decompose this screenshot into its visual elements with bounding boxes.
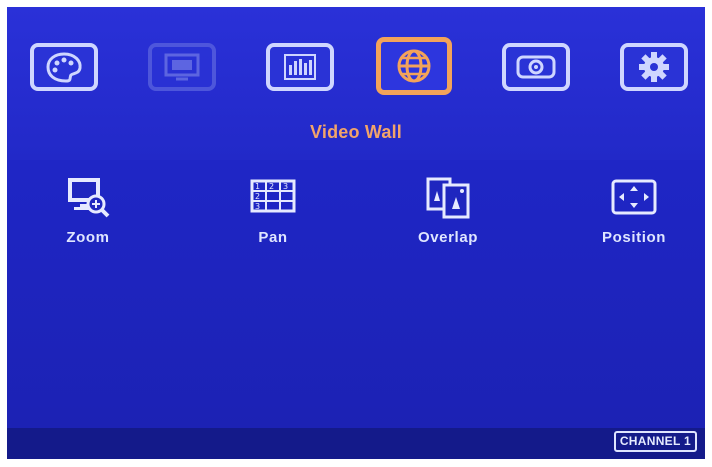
tab-video-wall[interactable] xyxy=(376,37,452,95)
tab-bar: Video Wall xyxy=(7,7,705,160)
menu-item-position[interactable]: Position xyxy=(559,175,705,246)
menu-item-zoom[interactable]: Zoom xyxy=(13,175,163,246)
zoom-icon xyxy=(68,178,110,218)
page-title: Video Wall xyxy=(309,122,403,142)
menu-item-overlap[interactable]: Overlap xyxy=(373,175,523,246)
svg-text:2: 2 xyxy=(269,182,274,191)
equalizer-icon xyxy=(284,54,316,80)
svg-text:2: 2 xyxy=(255,192,260,201)
gear-icon xyxy=(639,52,669,82)
svg-text:3: 3 xyxy=(283,182,288,191)
position-arrows-icon xyxy=(611,179,657,215)
menu-item-label: Position xyxy=(602,229,666,246)
tab-display xyxy=(148,43,216,91)
pan-grid-icon: 1 2 3 2 3 xyxy=(250,179,296,213)
tab-picture[interactable] xyxy=(30,43,98,91)
menu-item-pan[interactable]: 1 2 3 2 3 Pan xyxy=(198,175,348,246)
overlap-icon xyxy=(426,177,470,219)
osd-menu: Video Wall Zoom 1 2 3 2 3 Pan Overlap Po… xyxy=(7,7,705,459)
tab-audio[interactable] xyxy=(266,43,334,91)
svg-text:3: 3 xyxy=(255,202,260,211)
svg-text:1: 1 xyxy=(255,182,260,191)
channel-badge: CHANNEL 1 xyxy=(613,431,697,452)
status-bar: CHANNEL 1 xyxy=(7,428,705,459)
menu-item-label: Zoom xyxy=(66,229,110,246)
screen-icon xyxy=(164,53,200,81)
menu-item-label: Overlap xyxy=(417,229,479,246)
tab-setup[interactable] xyxy=(620,43,688,91)
palette-icon xyxy=(46,52,82,83)
tab-output[interactable] xyxy=(502,43,570,91)
menu-item-label: Pan xyxy=(258,229,288,246)
projector-icon xyxy=(516,55,556,79)
globe-icon xyxy=(397,49,431,83)
